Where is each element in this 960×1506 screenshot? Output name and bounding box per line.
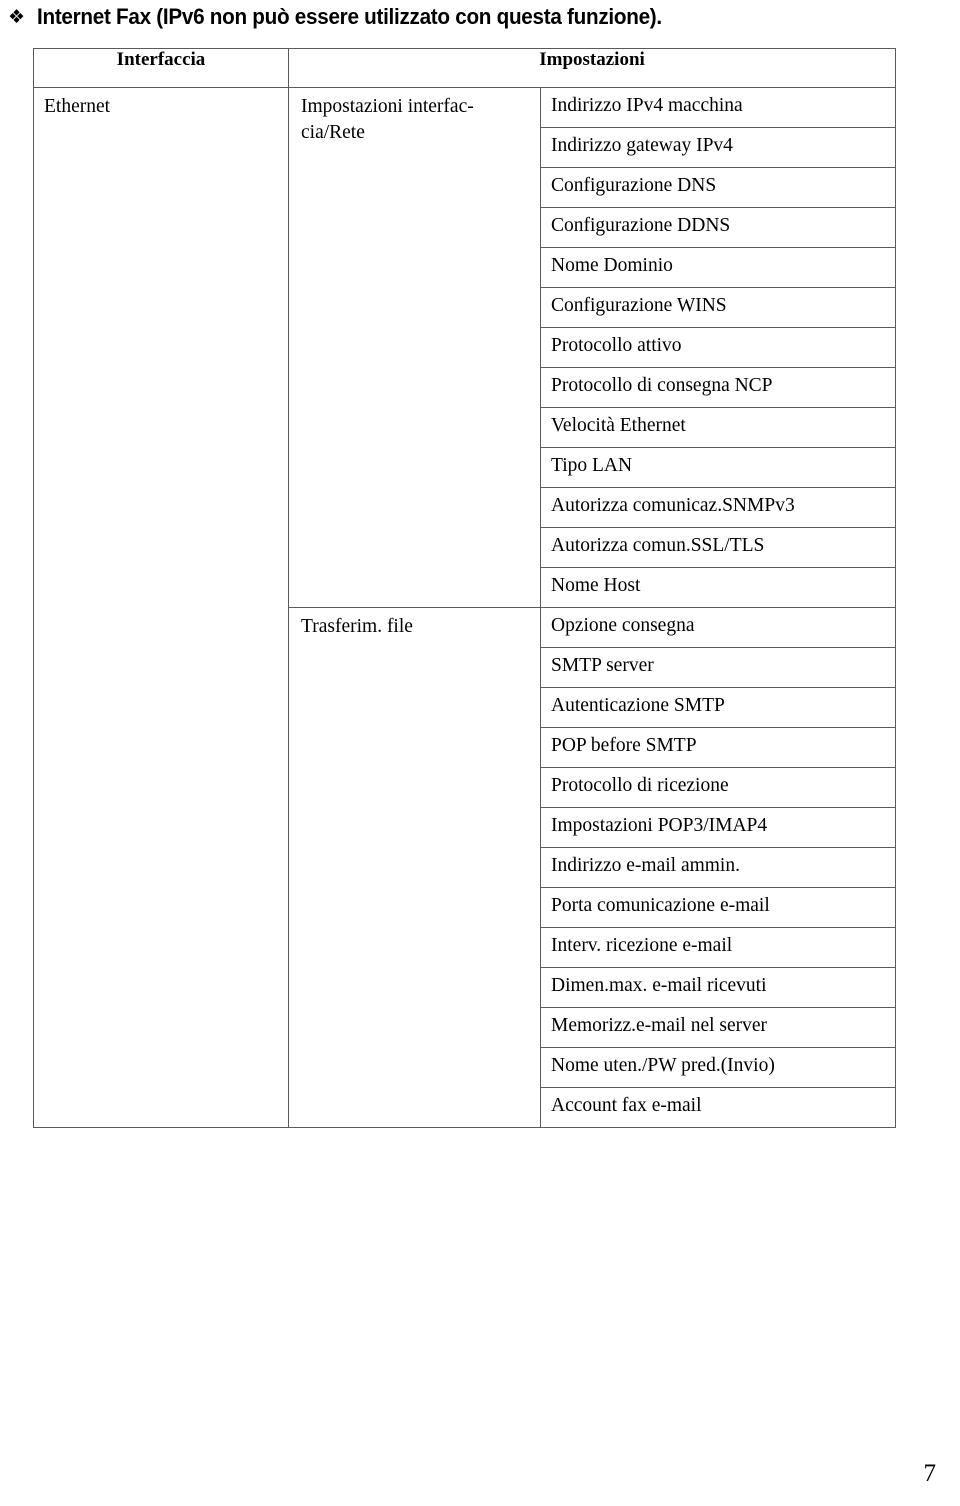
setting-cell: Account fax e-mail xyxy=(539,1087,897,1128)
setting-cell: Configurazione DNS xyxy=(539,167,897,208)
setting-cell: Opzione consegna xyxy=(539,607,897,648)
setting-label: Autenticazione SMTP xyxy=(551,695,725,716)
setting-cell: Indirizzo gateway IPv4 xyxy=(539,127,897,168)
column-header-settings: Impostazioni xyxy=(287,48,897,88)
setting-cell: Tipo LAN xyxy=(539,447,897,488)
setting-cell: Indirizzo e-mail ammin. xyxy=(539,847,897,888)
section-heading-text: Internet Fax (IPv6 non può essere utiliz… xyxy=(37,4,662,29)
setting-cell: Configurazione DDNS xyxy=(539,207,897,248)
setting-label: Configurazione DDNS xyxy=(551,215,731,236)
group-label-network: Impostazioni interfac- cia/Rete xyxy=(289,88,540,146)
settings-table: Interfaccia Impostazioni Ethernet Impost… xyxy=(33,48,897,1128)
setting-cell: Dimen.max. e-mail ricevuti xyxy=(539,967,897,1008)
setting-label: Impostazioni POP3/IMAP4 xyxy=(551,815,768,836)
setting-label: Protocollo di ricezione xyxy=(551,775,729,796)
table-header-row: Interfaccia Impostazioni xyxy=(33,48,897,88)
setting-label: Autorizza comun.SSL/TLS xyxy=(551,535,765,556)
setting-cell: Velocità Ethernet xyxy=(539,407,897,448)
setting-cell: Protocollo di ricezione xyxy=(539,767,897,808)
table-body: Ethernet Impostazioni interfac- cia/Rete… xyxy=(33,87,897,1128)
setting-label: Velocità Ethernet xyxy=(551,415,686,436)
setting-label: Nome Dominio xyxy=(551,255,673,276)
setting-label: Opzione consegna xyxy=(551,615,695,636)
setting-cell: Interv. ricezione e-mail xyxy=(539,927,897,968)
group-cell-network: Impostazioni interfac- cia/Rete xyxy=(288,87,541,608)
setting-label: POP before SMTP xyxy=(551,735,697,756)
setting-cell: SMTP server xyxy=(539,647,897,688)
diamond-bullet-icon: ❖ xyxy=(8,6,26,28)
setting-label: Nome uten./PW pred.(Invio) xyxy=(551,1055,775,1076)
setting-cell: Autenticazione SMTP xyxy=(539,687,897,728)
setting-cell: Autorizza comun.SSL/TLS xyxy=(539,527,897,568)
setting-cell: Nome uten./PW pred.(Invio) xyxy=(539,1047,897,1088)
setting-label: Indirizzo gateway IPv4 xyxy=(551,135,733,156)
setting-cell: Nome Dominio xyxy=(539,247,897,288)
setting-label: Configurazione DNS xyxy=(551,175,717,196)
group-cell-file-transfer: Trasferim. file xyxy=(288,607,541,1128)
group-label-network-line1: Impostazioni interfac- xyxy=(301,96,474,117)
setting-label: Indirizzo e-mail ammin. xyxy=(551,855,740,876)
setting-label: Autorizza comunicaz.SNMPv3 xyxy=(551,495,795,516)
setting-label: Tipo LAN xyxy=(551,455,633,476)
setting-label: Interv. ricezione e-mail xyxy=(551,935,733,956)
setting-cell: Indirizzo IPv4 macchina xyxy=(539,87,897,128)
setting-cell: Protocollo attivo xyxy=(539,327,897,368)
interface-label: Ethernet xyxy=(44,96,111,117)
setting-cell: Nome Host xyxy=(539,567,897,608)
setting-label: Account fax e-mail xyxy=(551,1095,702,1116)
setting-cell: Protocollo di consegna NCP xyxy=(539,367,897,408)
setting-cell: Memorizz.e-mail nel server xyxy=(539,1007,897,1048)
setting-cell: Configurazione WINS xyxy=(539,287,897,328)
setting-label: Dimen.max. e-mail ricevuti xyxy=(551,975,767,996)
setting-cell: Porta comunicazione e-mail xyxy=(539,887,897,928)
setting-label: Memorizz.e-mail nel server xyxy=(551,1015,768,1036)
setting-label: Indirizzo IPv4 macchina xyxy=(551,95,743,116)
setting-cell: Impostazioni POP3/IMAP4 xyxy=(539,807,897,848)
page-number: 7 xyxy=(923,1460,937,1487)
column-header-interface: Interfaccia xyxy=(33,48,289,88)
group-label-network-line2: cia/Rete xyxy=(301,122,365,143)
setting-label: Porta comunicazione e-mail xyxy=(551,895,770,916)
setting-label: Protocollo di consegna NCP xyxy=(551,375,773,396)
section-heading: ❖ Internet Fax (IPv6 non può essere util… xyxy=(8,2,928,32)
table-row: Ethernet Impostazioni interfac- cia/Rete… xyxy=(33,87,897,1128)
group-label-file-transfer: Trasferim. file xyxy=(301,616,413,637)
setting-cell: Autorizza comunicaz.SNMPv3 xyxy=(539,487,897,528)
setting-label: SMTP server xyxy=(551,655,654,676)
setting-label: Protocollo attivo xyxy=(551,335,682,356)
interface-cell: Ethernet xyxy=(33,87,289,1128)
setting-cell: POP before SMTP xyxy=(539,727,897,768)
setting-label: Nome Host xyxy=(551,575,641,596)
setting-label: Configurazione WINS xyxy=(551,295,727,316)
